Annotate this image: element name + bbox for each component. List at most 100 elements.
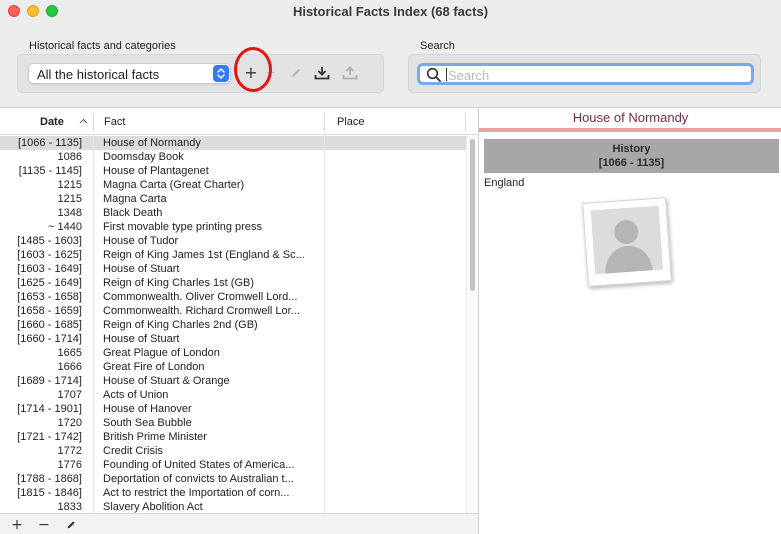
table-row[interactable]: [1135 - 1145] House of Plantagenet xyxy=(0,164,466,178)
cell-fact: Reign of King James 1st (England & Sc... xyxy=(103,249,305,261)
column-divider xyxy=(465,113,466,131)
pencil-icon xyxy=(67,521,75,529)
cell-fact: House of Stuart xyxy=(103,333,180,345)
cell-fact: Black Death xyxy=(103,207,163,219)
table-row[interactable]: [1485 - 1603] House of Tudor xyxy=(0,234,466,248)
cell-date: [1721 - 1742] xyxy=(17,431,82,443)
table-scrollbar[interactable] xyxy=(466,136,478,513)
cell-fact: House of Hanover xyxy=(103,403,192,415)
cell-date: [1653 - 1658] xyxy=(17,291,82,303)
cell-fact: South Sea Bubble xyxy=(103,417,192,429)
search-input[interactable] xyxy=(448,67,738,83)
cell-fact: House of Stuart & Orange xyxy=(103,375,230,387)
app-window: Historical Facts Index (68 facts) Histor… xyxy=(0,0,781,534)
table-row[interactable]: 1215 Magna Carta (Great Charter) xyxy=(0,178,466,192)
column-gridline xyxy=(324,135,325,513)
table-row[interactable]: [1721 - 1742] British Prime Minister xyxy=(0,430,466,444)
cell-date: 1833 xyxy=(57,501,82,513)
import-button[interactable] xyxy=(311,63,333,83)
search-field[interactable] xyxy=(417,63,754,85)
cell-date: [1485 - 1603] xyxy=(17,235,82,247)
person-silhouette-icon xyxy=(590,205,664,275)
footer-remove-button[interactable]: − xyxy=(36,517,52,533)
cell-fact: Great Fire of London xyxy=(103,361,205,373)
table-row[interactable]: 1215 Magna Carta xyxy=(0,192,466,206)
cell-fact: House of Stuart xyxy=(103,263,180,275)
cell-date: [1603 - 1625] xyxy=(17,249,82,261)
table-row[interactable]: 1086 Doomsday Book xyxy=(0,150,466,164)
scrollbar-thumb[interactable] xyxy=(470,139,475,291)
cell-date: [1603 - 1649] xyxy=(17,263,82,275)
table-row[interactable]: ~ 1440 First movable type printing press xyxy=(0,220,466,234)
table-row[interactable]: [1788 - 1868] Deportation of convicts to … xyxy=(0,472,466,486)
cell-date: [1714 - 1901] xyxy=(17,403,82,415)
cell-date: 1707 xyxy=(57,389,82,401)
table-row[interactable]: 1707 Acts of Union xyxy=(0,388,466,402)
category-select[interactable]: All the historical facts xyxy=(28,63,231,84)
cell-date: ~ 1440 xyxy=(48,221,82,233)
cell-date: 1215 xyxy=(57,179,82,191)
table-row[interactable]: [1603 - 1649] House of Stuart xyxy=(0,262,466,276)
table-header: Date Fact Place xyxy=(0,108,478,135)
cell-date: 1086 xyxy=(57,151,82,163)
detail-title: House of Normandy xyxy=(572,110,689,125)
table-row[interactable]: [1653 - 1658] Commonwealth. Oliver Cromwe… xyxy=(0,290,466,304)
footer-add-button[interactable]: + xyxy=(9,517,25,533)
table-row[interactable]: 1348 Black Death xyxy=(0,206,466,220)
column-header-date[interactable]: Date xyxy=(40,116,64,128)
cell-date: 1348 xyxy=(57,207,82,219)
facts-group-label: Historical facts and categories xyxy=(29,40,176,52)
cell-fact: House of Plantagenet xyxy=(103,165,209,177)
detail-place: England xyxy=(484,177,525,189)
plus-icon: + xyxy=(11,517,23,533)
cell-fact: Deportation of convicts to Australian t.… xyxy=(103,473,294,485)
table-row[interactable]: [1658 - 1659] Commonwealth. Richard Cromw… xyxy=(0,304,466,318)
cell-fact: House of Tudor xyxy=(103,235,179,247)
column-header-place[interactable]: Place xyxy=(337,116,365,128)
sort-ascending-icon xyxy=(79,118,88,124)
column-divider xyxy=(93,113,94,131)
cell-date: [1788 - 1868] xyxy=(17,473,82,485)
table-row[interactable]: 1776 Founding of United States of America… xyxy=(0,458,466,472)
cell-fact: Great Plague of London xyxy=(103,347,220,359)
cell-fact: Commonwealth. Oliver Cromwell Lord... xyxy=(103,291,298,303)
table-row[interactable]: 1833 Slavery Abolition Act xyxy=(0,500,466,513)
table-row[interactable]: [1689 - 1714] House of Stuart & Orange xyxy=(0,374,466,388)
cell-date: 1772 xyxy=(57,445,82,457)
table-row[interactable]: [1603 - 1625] Reign of King James 1st (En… xyxy=(0,248,466,262)
column-header-fact[interactable]: Fact xyxy=(104,116,125,128)
export-button[interactable] xyxy=(339,63,361,83)
cell-date: [1135 - 1145] xyxy=(18,165,82,177)
table-row[interactable]: [1815 - 1846] Act to restrict the Importa… xyxy=(0,486,466,500)
search-group-label: Search xyxy=(420,40,455,52)
cell-fact: Acts of Union xyxy=(103,389,169,401)
table-row[interactable]: [1066 - 1135] House of Normandy xyxy=(0,136,466,150)
pencil-icon xyxy=(292,68,301,77)
photo-frame[interactable] xyxy=(582,197,672,287)
table-body: [1066 - 1135] House of Normandy 1086 Doomsd… xyxy=(0,136,466,513)
table-row[interactable]: [1625 - 1649] Reign of King Charles 1st (… xyxy=(0,276,466,290)
edit-fact-button[interactable] xyxy=(285,63,307,83)
cell-fact: Reign of King Charles 1st (GB) xyxy=(103,277,255,289)
table-row[interactable]: 1665 Great Plague of London xyxy=(0,346,466,360)
table-row[interactable]: [1660 - 1685] Reign of King Charles 2nd (… xyxy=(0,318,466,332)
cell-fact: Credit Crisis xyxy=(103,445,163,457)
cell-date: [1625 - 1649] xyxy=(17,277,82,289)
footer-edit-button[interactable] xyxy=(63,517,79,533)
cell-date: [1660 - 1714] xyxy=(17,333,82,345)
table-row[interactable]: 1772 Credit Crisis xyxy=(0,444,466,458)
cell-fact: Commonwealth. Richard Cromwell Lor... xyxy=(103,305,300,317)
cell-fact: Slavery Abolition Act xyxy=(103,501,203,513)
magnifier-icon xyxy=(426,67,441,82)
category-name: History xyxy=(612,143,651,155)
table-row[interactable]: 1720 South Sea Bubble xyxy=(0,416,466,430)
table-row[interactable]: [1660 - 1714] House of Stuart xyxy=(0,332,466,346)
detail-pane: House of Normandy History [1066 - 1135] … xyxy=(478,107,781,534)
cell-fact: Magna Carta xyxy=(103,193,167,205)
cell-date: 1720 xyxy=(57,417,82,429)
cell-date: [1660 - 1685] xyxy=(17,319,82,331)
cell-date: 1776 xyxy=(57,459,82,471)
table-row[interactable]: 1666 Great Fire of London xyxy=(0,360,466,374)
facts-table: Date Fact Place [1066 - 1135] House of No… xyxy=(0,107,478,534)
table-row[interactable]: [1714 - 1901] House of Hanover xyxy=(0,402,466,416)
